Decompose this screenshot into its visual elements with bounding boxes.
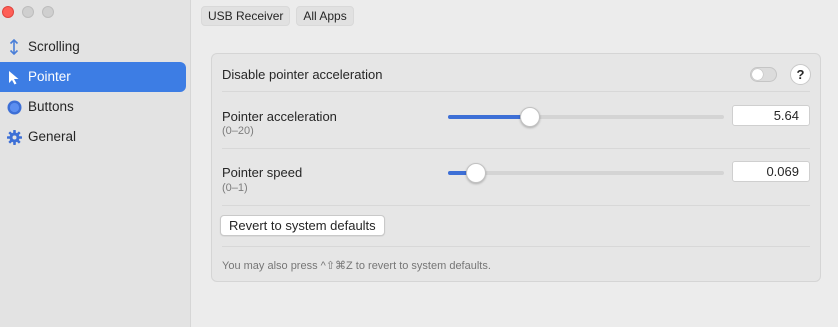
sidebar-item-label: Pointer xyxy=(28,69,71,84)
arrows-updown-icon xyxy=(6,39,22,55)
minimize-window-button[interactable] xyxy=(22,6,34,18)
divider xyxy=(222,205,810,206)
zoom-window-button[interactable] xyxy=(42,6,54,18)
device-selector[interactable]: USB Receiver xyxy=(201,6,291,26)
pointer-acceleration-slider[interactable] xyxy=(448,107,724,127)
divider xyxy=(222,148,810,149)
pointer-speed-value-field[interactable]: 0.069 xyxy=(732,161,810,182)
slider-track xyxy=(448,171,724,175)
pointer-acceleration-label: Pointer acceleration xyxy=(222,109,337,124)
app-window: Scrolling Pointer Buttons General USB Re… xyxy=(0,0,838,327)
slider-thumb[interactable] xyxy=(520,107,541,127)
sidebar-item-scrolling[interactable]: Scrolling xyxy=(0,32,186,62)
disable-acceleration-label: Disable pointer acceleration xyxy=(222,67,383,82)
disable-acceleration-toggle[interactable] xyxy=(750,67,777,82)
close-window-button[interactable] xyxy=(2,6,14,18)
divider xyxy=(222,246,810,247)
pointer-settings-panel: Disable pointer acceleration ? Pointer a… xyxy=(211,53,821,282)
app-selector[interactable]: All Apps xyxy=(296,6,354,26)
slider-thumb[interactable] xyxy=(465,163,486,183)
sidebar-nav: Scrolling Pointer Buttons General xyxy=(0,32,191,152)
window-controls xyxy=(2,6,54,18)
sidebar-item-general[interactable]: General xyxy=(0,122,186,152)
pointer-speed-slider[interactable] xyxy=(448,163,724,183)
sidebar-item-label: Buttons xyxy=(28,99,74,114)
sidebar-item-label: Scrolling xyxy=(28,39,80,54)
shortcut-hint: You may also press ^⇧⌘Z to revert to sys… xyxy=(222,260,491,272)
sidebar-item-label: General xyxy=(28,129,77,144)
slider-fill xyxy=(448,115,531,119)
circle-button-icon xyxy=(6,99,22,115)
sidebar-item-pointer[interactable]: Pointer xyxy=(0,62,186,92)
pointer-speed-range: (0–1) xyxy=(222,182,248,194)
sidebar-item-buttons[interactable]: Buttons xyxy=(0,92,186,122)
gear-icon xyxy=(6,129,22,145)
toggle-knob xyxy=(752,69,763,80)
pointer-acceleration-value-field[interactable]: 5.64 xyxy=(732,105,810,126)
divider xyxy=(222,91,810,92)
pointer-arrow-icon xyxy=(6,69,22,85)
sidebar: Scrolling Pointer Buttons General xyxy=(0,0,191,327)
pointer-speed-label: Pointer speed xyxy=(222,165,303,180)
help-button[interactable]: ? xyxy=(790,64,811,85)
toolbar: USB Receiver All Apps xyxy=(201,6,354,26)
revert-defaults-button[interactable]: Revert to system defaults xyxy=(220,215,385,236)
pointer-acceleration-range: (0–20) xyxy=(222,125,254,137)
